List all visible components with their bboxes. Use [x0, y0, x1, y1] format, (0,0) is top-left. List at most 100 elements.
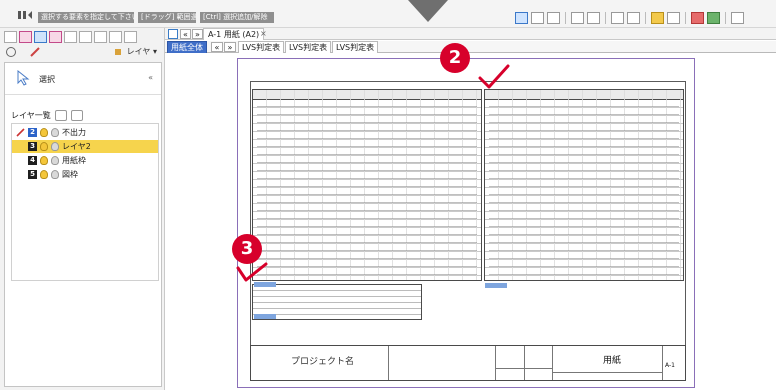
layer-number: 3 [28, 142, 37, 151]
select-tool-icon[interactable] [515, 12, 528, 24]
selection-panel-title: 選択 [39, 75, 55, 84]
layer-list-header: レイヤ一覧 [11, 110, 83, 121]
paper-sheet[interactable]: プロジェクト名 用紙 A-1 [237, 58, 695, 388]
line-tool-icon[interactable] [49, 31, 62, 43]
bulb-all-off-icon[interactable] [70, 110, 83, 121]
visibility-bulb-icon[interactable] [40, 142, 48, 151]
sheet-name: 用紙 [603, 356, 622, 366]
tab-sheet-a1[interactable]: A-1 用紙 (A2) [203, 28, 265, 40]
property-tools: レイヤ ▾ [4, 46, 161, 58]
layer-list: 2 不出力 3 レイヤ2 4 用紙枠 5 図枠 [11, 123, 159, 281]
cursor-icon [17, 70, 30, 86]
visibility-bulb-icon[interactable] [40, 128, 48, 137]
blue-label-marker [254, 314, 276, 319]
layer-row-2[interactable]: 4 用紙枠 [12, 154, 158, 167]
blue-label-marker [254, 282, 276, 287]
schedule-content [489, 102, 679, 278]
lock-bulb-icon[interactable] [51, 170, 59, 179]
diagonal-tool-icon[interactable] [64, 31, 77, 43]
blue-label-marker [485, 283, 507, 288]
sheet-number: A-1 [665, 362, 675, 369]
color-picker-icon[interactable] [6, 47, 16, 57]
sheet-next-button[interactable]: » [224, 42, 236, 52]
tab-whole-sheet[interactable]: 用紙全体 [167, 41, 207, 53]
hatch-tool-icon[interactable] [124, 31, 137, 43]
toolbar-divider [565, 12, 566, 24]
pencil-placeholder [16, 142, 25, 151]
layer-dropdown[interactable]: レイヤ ▾ [127, 46, 157, 57]
selection-panel: 選択 « レイヤ一覧 2 不出力 3 レイヤ2 4 用紙枠 5 図枠 [4, 62, 162, 387]
doc-prev-button[interactable]: « [180, 29, 191, 39]
tab-lvs-2[interactable]: LVS判定表 [285, 41, 332, 53]
checkmark-icon [478, 64, 510, 89]
visibility-bulb-icon[interactable] [40, 156, 48, 165]
doc-next-button[interactable]: » [192, 29, 203, 39]
list-icon[interactable] [547, 12, 560, 24]
bulb-all-on-icon[interactable] [54, 110, 67, 121]
drawing-canvas[interactable]: プロジェクト名 用紙 A-1 [165, 54, 776, 390]
sheet-prev-button[interactable]: « [211, 42, 223, 52]
lvs-schedule-small[interactable] [252, 284, 422, 320]
command-icon [18, 11, 32, 19]
schedule-rows [253, 285, 421, 319]
pencil-placeholder [16, 170, 25, 179]
pencil-placeholder [16, 156, 25, 165]
visibility-bulb-icon[interactable] [40, 170, 48, 179]
layer-row-3[interactable]: 5 図枠 [12, 168, 158, 181]
zoom-tool-icon[interactable] [34, 31, 47, 43]
tb-cell [389, 346, 496, 380]
tb-cell [525, 346, 553, 380]
checkmark-icon [236, 262, 268, 282]
grid-tool-icon[interactable] [79, 31, 92, 43]
callout-3: 3 [232, 234, 262, 264]
lvs-schedule-left[interactable] [252, 89, 482, 281]
toolbar-divider [725, 12, 726, 24]
pointer-arrow-icon [408, 0, 448, 22]
copy-icon[interactable] [707, 12, 720, 24]
title-block[interactable]: プロジェクト名 用紙 A-1 [250, 345, 686, 381]
toolbar-divider [605, 12, 606, 24]
collapse-icon[interactable]: « [148, 73, 153, 82]
brush-icon[interactable] [113, 47, 123, 57]
light-bulb-icon[interactable] [651, 12, 664, 24]
hint-ctrl-add: [Ctrl] 選択追加/解除 [200, 12, 274, 23]
tab-lvs-3[interactable]: LVS判定表 [332, 41, 379, 53]
hint-drag-range: [ドラッグ] 範囲選択 [138, 12, 196, 23]
selection-panel-header: 選択 « [5, 63, 161, 95]
tb-divider [496, 368, 553, 369]
layout-icon[interactable] [731, 12, 744, 24]
document-tab-bar: « » A-1 用紙 (A2) × [165, 28, 776, 40]
lvs-schedule-right[interactable] [484, 89, 684, 281]
cross-select-icon[interactable] [19, 31, 32, 43]
callout-2: 2 [440, 43, 470, 73]
pen-icon[interactable] [30, 47, 40, 57]
arrow-tool-icon[interactable] [94, 31, 107, 43]
layer-row-0[interactable]: 2 不出力 [12, 126, 158, 139]
visibility-icon[interactable] [667, 12, 680, 24]
lock-bulb-icon[interactable] [51, 156, 59, 165]
hint-select-element: 選択する要素を指定して下さい。 [38, 12, 134, 23]
snap-icon[interactable] [587, 12, 600, 24]
toolbar-divider [685, 12, 686, 24]
dimension-tool-icon[interactable] [109, 31, 122, 43]
filter-icon[interactable] [571, 12, 584, 24]
lock-bulb-icon[interactable] [51, 142, 59, 151]
undo-icon[interactable] [611, 12, 624, 24]
move-icon[interactable] [691, 12, 704, 24]
lock-bulb-icon[interactable] [51, 128, 59, 137]
close-icon[interactable]: × [260, 29, 267, 38]
pointer-tool-icon[interactable] [4, 31, 17, 43]
range-select-icon[interactable] [531, 12, 544, 24]
tb-divider [553, 372, 663, 373]
command-bar: 選択する要素を指定して下さい。 [ドラッグ] 範囲選択 [Ctrl] 選択追加/… [0, 0, 776, 28]
project-name: プロジェクト名 [291, 357, 355, 367]
layer-number: 4 [28, 156, 37, 165]
redo-icon[interactable] [627, 12, 640, 24]
schedule-content [257, 102, 477, 278]
layer-row-1[interactable]: 3 レイヤ2 [12, 140, 158, 153]
pencil-icon [16, 128, 25, 137]
document-icon [168, 29, 178, 39]
layer-label: レイヤ2 [62, 142, 91, 151]
tab-lvs-1[interactable]: LVS判定表 [238, 41, 285, 53]
layer-list-label: レイヤ一覧 [11, 111, 51, 120]
